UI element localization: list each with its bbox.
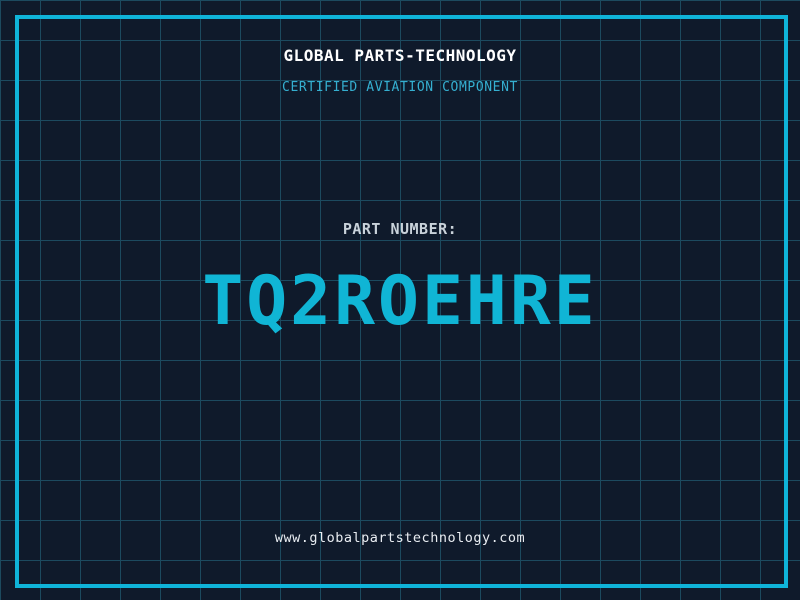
- certification-subtitle: CERTIFIED AVIATION COMPONENT: [282, 80, 518, 95]
- part-number-value: TQ2ROEHRE: [202, 262, 598, 341]
- certificate-page: GLOBAL PARTS-TECHNOLOGY CERTIFIED AVIATI…: [0, 0, 800, 600]
- company-title: GLOBAL PARTS-TECHNOLOGY: [283, 46, 517, 65]
- website-url: www.globalpartstechnology.com: [274, 530, 526, 546]
- part-number-label: PART NUMBER:: [342, 220, 458, 238]
